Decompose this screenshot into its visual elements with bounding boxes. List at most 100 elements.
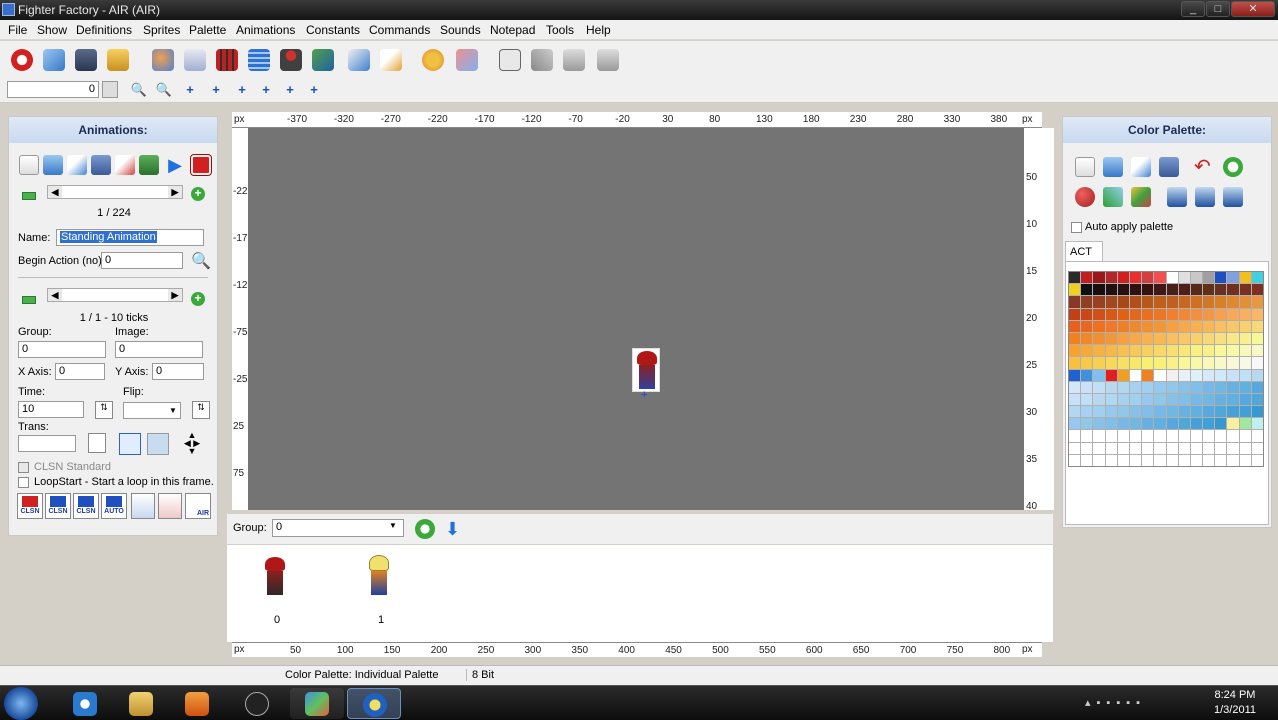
palette-swatch[interactable] xyxy=(1166,430,1178,442)
palette-swatch[interactable] xyxy=(1093,454,1105,466)
lock-icon[interactable] xyxy=(103,45,133,75)
palette-swatch[interactable] xyxy=(1129,454,1142,466)
palette-swatch[interactable] xyxy=(1129,369,1142,381)
palette-swatch[interactable] xyxy=(1093,406,1105,418)
palette-swatch[interactable] xyxy=(1178,357,1190,369)
open-animation-icon[interactable] xyxy=(43,155,63,175)
palette-swatch[interactable] xyxy=(1190,308,1203,320)
palette-swatch[interactable] xyxy=(1142,320,1154,332)
palette-swatch[interactable] xyxy=(1178,272,1190,284)
palette-swatch[interactable] xyxy=(1190,369,1203,381)
palette-swatch[interactable] xyxy=(1166,332,1178,345)
palette-swatch[interactable] xyxy=(1251,406,1263,418)
palette-swatch[interactable] xyxy=(1154,454,1166,466)
loopstart-checkbox[interactable] xyxy=(18,477,29,488)
palette-swatch[interactable] xyxy=(1215,332,1227,345)
save-palette-icon[interactable] xyxy=(1159,157,1179,177)
system-tray[interactable]: ▴▪▪▪▪▪ xyxy=(1085,696,1195,710)
palette-swatch[interactable] xyxy=(1251,345,1263,357)
palette-swatch[interactable] xyxy=(1178,308,1190,320)
palette-swatch[interactable] xyxy=(1227,393,1239,406)
palette-swatch[interactable] xyxy=(1166,357,1178,369)
flip-toggle-icon[interactable]: ⇅ xyxy=(192,401,210,419)
palette-swatch[interactable] xyxy=(1227,406,1239,418)
palette-swatch[interactable] xyxy=(1215,418,1227,430)
palette-swatch[interactable] xyxy=(1178,369,1190,381)
palette-swatch[interactable] xyxy=(1190,284,1203,296)
palette-swatch[interactable] xyxy=(1154,430,1166,442)
palette-swatch[interactable] xyxy=(1129,430,1142,442)
palette-swatch[interactable] xyxy=(1117,308,1129,320)
palette-swatch[interactable] xyxy=(1154,272,1166,284)
palette-swatch[interactable] xyxy=(1203,418,1215,430)
palette-swatch[interactable] xyxy=(1178,442,1190,454)
palette-swatch[interactable] xyxy=(1105,369,1117,381)
color-balls-icon[interactable] xyxy=(1075,187,1095,207)
palette-swatch[interactable] xyxy=(1142,357,1154,369)
palette-swatch[interactable] xyxy=(1227,320,1239,332)
palette-swatch[interactable] xyxy=(1178,454,1190,466)
palette-swatch[interactable] xyxy=(1105,284,1117,296)
palette-swatch[interactable] xyxy=(1251,357,1263,369)
palette-swatch[interactable] xyxy=(1215,393,1227,406)
palette-swatch[interactable] xyxy=(1129,284,1142,296)
film-icon[interactable] xyxy=(212,45,242,75)
palette-swatch[interactable] xyxy=(1190,345,1203,357)
palette-swatch[interactable] xyxy=(1239,320,1251,332)
palette-swatch[interactable] xyxy=(1166,308,1178,320)
palette-swatch[interactable] xyxy=(1105,454,1117,466)
palette-swatch[interactable] xyxy=(1081,308,1093,320)
palette-swatch[interactable] xyxy=(1142,418,1154,430)
close-button[interactable]: ✕ xyxy=(1231,1,1275,17)
palette-swatch[interactable] xyxy=(1069,430,1081,442)
menu-commands[interactable]: Commands xyxy=(369,23,430,37)
palette-swatch[interactable] xyxy=(1129,393,1142,406)
palette-swatch[interactable] xyxy=(1203,284,1215,296)
time-spin-icon[interactable]: ⇅ xyxy=(95,401,113,419)
palette-swatch[interactable] xyxy=(1129,381,1142,393)
palette-swatch[interactable] xyxy=(1117,418,1129,430)
palette-swatch[interactable] xyxy=(1203,345,1215,357)
cross-icon-1[interactable]: + xyxy=(181,81,199,99)
palette-swatch[interactable] xyxy=(1239,381,1251,393)
menu-notepad[interactable]: Notepad xyxy=(490,23,535,37)
palette-swatch[interactable] xyxy=(1129,418,1142,430)
palette-swatch[interactable] xyxy=(1203,454,1215,466)
sprite-index-field[interactable]: 0 xyxy=(7,81,99,98)
palette-swatch[interactable] xyxy=(1239,406,1251,418)
palette-swatch[interactable] xyxy=(1142,381,1154,393)
paint-palette-icon[interactable] xyxy=(418,45,448,75)
frame-scrollbar[interactable]: ◀ ▶ xyxy=(47,288,183,302)
palette-swatch[interactable] xyxy=(1203,442,1215,454)
palette-table-icon[interactable] xyxy=(244,45,274,75)
export-palette-icon[interactable] xyxy=(1167,187,1187,207)
palette-swatch[interactable] xyxy=(1227,296,1239,308)
palette-swatch[interactable] xyxy=(1190,406,1203,418)
palette-swatch[interactable] xyxy=(1203,357,1215,369)
palette-swatch[interactable] xyxy=(1190,442,1203,454)
palette-swatch[interactable] xyxy=(1190,430,1203,442)
menu-show[interactable]: Show xyxy=(37,23,67,37)
menu-constants[interactable]: Constants xyxy=(306,23,360,37)
clsn-blue-button[interactable]: CLSN xyxy=(45,493,71,519)
palette-swatch[interactable] xyxy=(1239,332,1251,345)
palette-swatch[interactable] xyxy=(1093,442,1105,454)
palette-swatch[interactable] xyxy=(1129,272,1142,284)
palette-swatch[interactable] xyxy=(1081,430,1093,442)
maximize-button[interactable]: □ xyxy=(1206,1,1230,17)
image-field[interactable]: 0 xyxy=(115,341,203,358)
palette-swatch[interactable] xyxy=(1093,430,1105,442)
menu-file[interactable]: File xyxy=(8,23,27,37)
clsn-red-button[interactable]: CLSN xyxy=(17,493,43,519)
palette-swatch[interactable] xyxy=(1142,284,1154,296)
palette-swatch[interactable] xyxy=(1093,320,1105,332)
palette-swatch[interactable] xyxy=(1117,296,1129,308)
palette-swatch[interactable] xyxy=(1166,418,1178,430)
zoom-in-icon[interactable]: 🔍 xyxy=(155,81,173,99)
cactus-icon[interactable] xyxy=(139,155,159,175)
joystick-icon[interactable] xyxy=(276,45,306,75)
remove-animation-icon[interactable] xyxy=(22,192,36,200)
palette-swatch[interactable] xyxy=(1105,332,1117,345)
tab-act[interactable]: ACT xyxy=(1065,241,1103,261)
undo-icon[interactable]: ↶ xyxy=(1194,157,1214,177)
